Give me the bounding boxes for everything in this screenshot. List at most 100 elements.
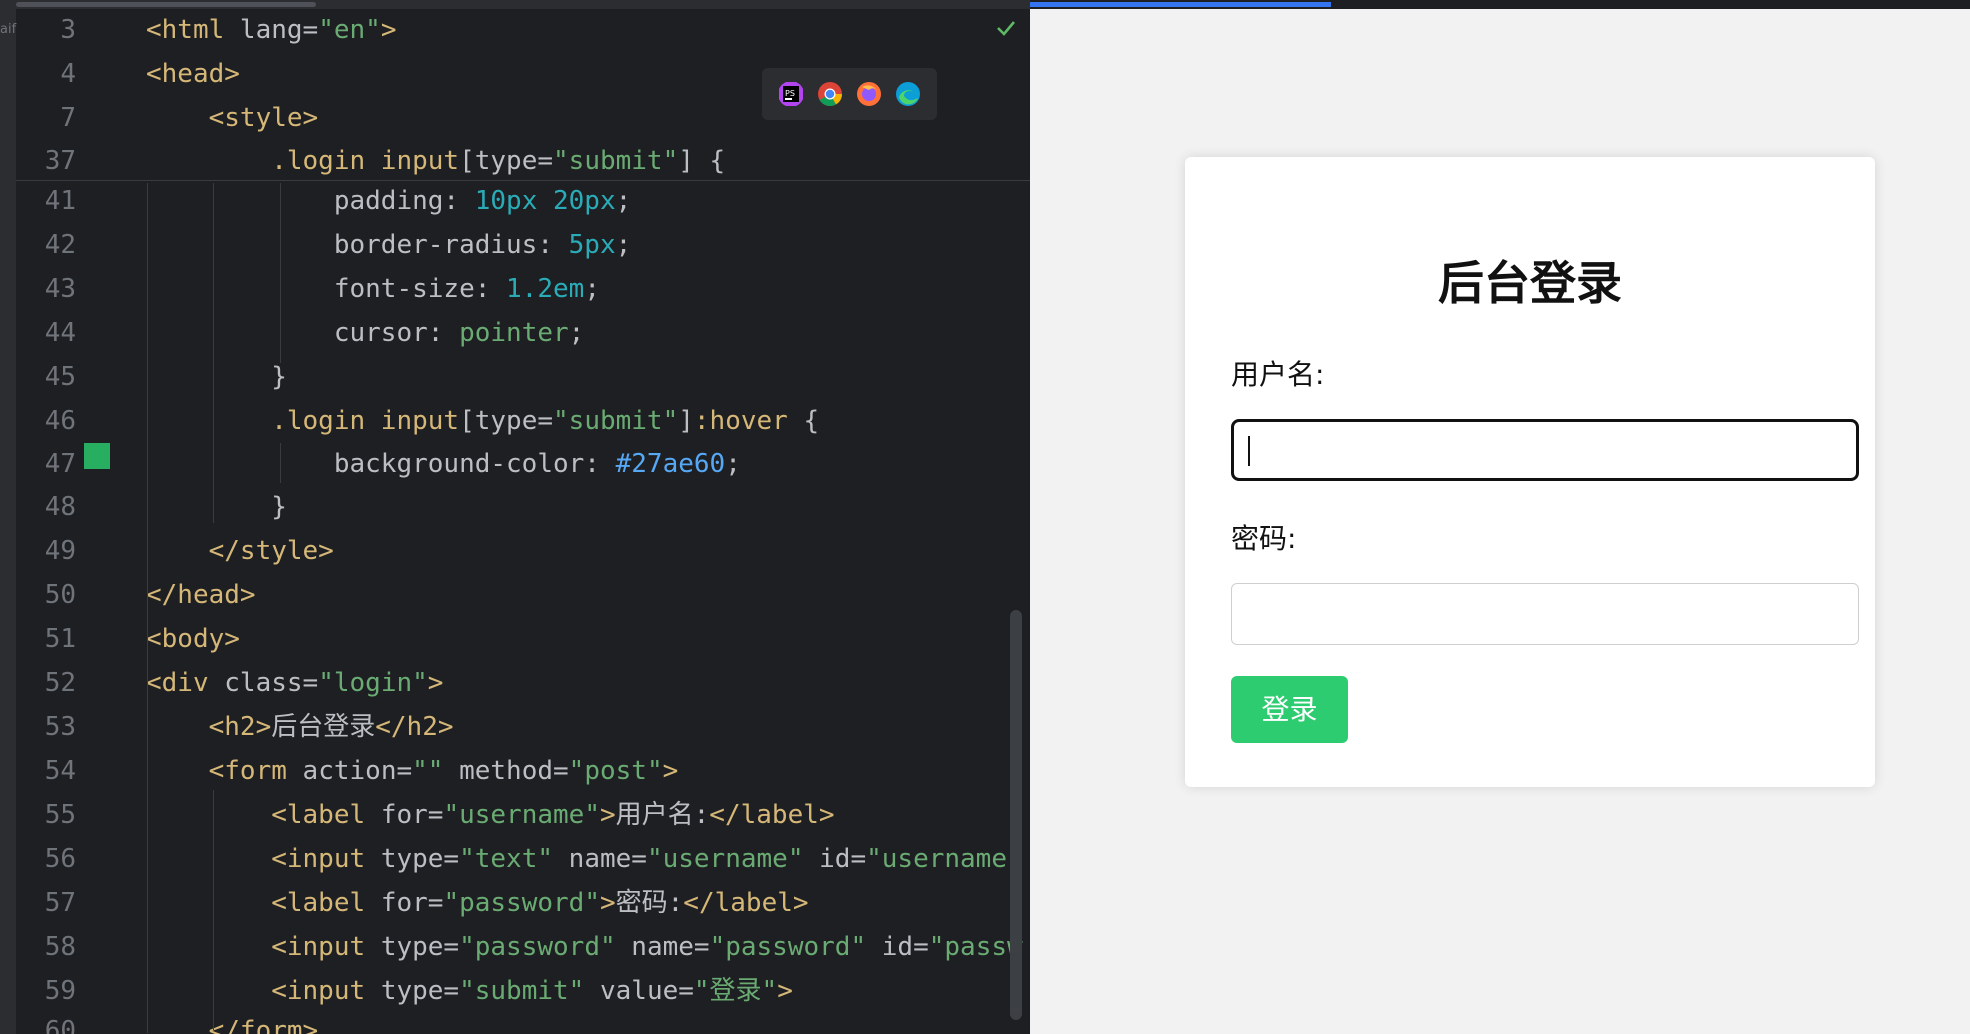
code-token: type=: [380, 932, 460, 962]
code-token: ;: [615, 230, 632, 260]
line-number: 57: [44, 888, 76, 918]
code-token: "submit": [553, 406, 679, 436]
code-text: background-color: #27ae60;: [146, 443, 741, 486]
code-token: <input: [146, 844, 381, 874]
phpstorm-icon[interactable]: PS: [778, 81, 804, 107]
code-token: </label>: [683, 888, 809, 918]
code-token: "password": [443, 888, 600, 918]
code-token: "submit": [553, 146, 679, 176]
line-number: 4: [60, 59, 76, 89]
code-text: font-size: 1.2em;: [146, 268, 600, 311]
code-token: name=: [553, 844, 647, 874]
code-text: <input type="password" name="password" i…: [146, 926, 1023, 969]
code-token: "text": [459, 844, 554, 874]
code-token: }: [146, 362, 287, 392]
code-text: <input type="submit" value="登录">: [146, 970, 793, 1013]
code-token: cursor:: [146, 318, 460, 348]
code-token: </h2>: [375, 712, 454, 742]
code-token: <div: [146, 668, 225, 698]
code-line[interactable]: 48 }: [16, 486, 1030, 529]
chrome-icon[interactable]: [817, 81, 843, 107]
code-line[interactable]: 47 background-color: #27ae60;: [16, 443, 1030, 486]
code-line[interactable]: 52 <div class="login">: [16, 662, 1030, 705]
code-line[interactable]: 60 </form>: [16, 1010, 1030, 1034]
code-token: "username: [866, 844, 1007, 874]
code-token: >: [777, 976, 793, 1006]
username-input[interactable]: [1231, 419, 1859, 481]
code-token: ]: [678, 406, 694, 436]
code-line[interactable]: 46 .login input[type="submit"]:hover {: [16, 400, 1030, 443]
line-number: 41: [44, 186, 76, 216]
color-swatch-icon[interactable]: [84, 443, 110, 469]
code-line[interactable]: 37 .login input[type="submit"] {: [16, 140, 1030, 183]
code-token: <input: [146, 976, 381, 1006]
code-line[interactable]: 56 <input type="text" name="username" id…: [16, 838, 1030, 881]
code-line[interactable]: 51 <body>: [16, 618, 1030, 661]
code-text: <h2>后台登录</h2>: [146, 706, 454, 749]
code-text: }: [146, 356, 287, 399]
code-line[interactable]: 49 </style>: [16, 530, 1030, 573]
code-text: </style>: [146, 530, 334, 573]
code-line[interactable]: 54 <form action="" method="post">: [16, 750, 1030, 793]
line-number: 44: [44, 318, 76, 348]
code-token: <html: [146, 15, 240, 45]
indent-guide: [280, 443, 281, 483]
code-line[interactable]: 53 <h2>后台登录</h2>: [16, 706, 1030, 749]
code-editor[interactable]: aif 3 <html lang="en"> 4 <head> 7 <style> 37 …: [0, 0, 1030, 1034]
code-token: border-radius:: [146, 230, 569, 260]
code-line[interactable]: 3 <html lang="en">: [16, 9, 1030, 52]
code-token: "password": [459, 932, 616, 962]
code-token: class=: [224, 668, 319, 698]
edge-icon[interactable]: [895, 81, 921, 107]
vertical-scrollbar-thumb[interactable]: [1010, 610, 1022, 1020]
code-token: <head>: [146, 59, 240, 89]
code-line[interactable]: 50 </head>: [16, 574, 1030, 617]
code-line[interactable]: 43 font-size: 1.2em;: [16, 268, 1030, 311]
browser-preview-popup: PS: [762, 68, 937, 120]
code-token: method=: [443, 756, 569, 786]
code-token: }: [146, 492, 287, 522]
indent-guide: [280, 183, 281, 363]
code-text: <head>: [146, 53, 240, 96]
code-text: }: [146, 486, 287, 529]
line-number: 52: [44, 668, 76, 698]
tool-window-strip: aif: [0, 0, 16, 1034]
line-number: 37: [44, 146, 76, 176]
line-number: 47: [44, 449, 76, 479]
firefox-icon[interactable]: [856, 81, 882, 107]
code-text: padding: 10px 20px;: [146, 180, 631, 223]
horizontal-scrollbar[interactable]: [16, 2, 316, 7]
code-token: action=: [302, 756, 413, 786]
tool-window-label: aif: [0, 22, 17, 37]
code-line[interactable]: 42 border-radius: 5px;: [16, 224, 1030, 267]
code-line[interactable]: 41 padding: 10px 20px;: [16, 180, 1030, 223]
password-input[interactable]: [1231, 583, 1859, 645]
code-line[interactable]: 44 cursor: pointer;: [16, 312, 1030, 355]
code-token: ] {: [678, 146, 726, 176]
code-token: :hover: [693, 406, 788, 436]
code-line[interactable]: 57 <label for="password">密码:</label>: [16, 882, 1030, 925]
code-line[interactable]: 45 }: [16, 356, 1030, 399]
code-token: </form>: [146, 1016, 319, 1034]
code-text: border-radius: 5px;: [146, 224, 631, 267]
code-token: "登录": [693, 976, 778, 1006]
login-submit-button[interactable]: 登录: [1231, 676, 1348, 743]
code-token: 10px 20px: [474, 186, 616, 216]
line-number: 53: [44, 712, 76, 742]
page-load-progress-bar: [1030, 2, 1331, 7]
code-token: ;: [615, 186, 632, 216]
line-number: 54: [44, 756, 76, 786]
code-line[interactable]: 59 <input type="submit" value="登录">: [16, 970, 1030, 1013]
checkmark-icon: [997, 21, 1015, 36]
code-token: "passw: [928, 932, 1023, 962]
indent-guide: [147, 183, 148, 1033]
code-line[interactable]: 58 <input type="password" name="password…: [16, 926, 1030, 969]
code-token: <style>: [146, 103, 319, 133]
code-token: "username": [443, 800, 600, 830]
code-line[interactable]: 55 <label for="username">用户名:</label>: [16, 794, 1030, 837]
code-token: </style>: [146, 536, 334, 566]
code-token: type=: [474, 406, 554, 436]
line-number: 3: [60, 15, 76, 45]
code-token: "password": [709, 932, 867, 962]
code-token: 用户名:: [615, 800, 710, 830]
